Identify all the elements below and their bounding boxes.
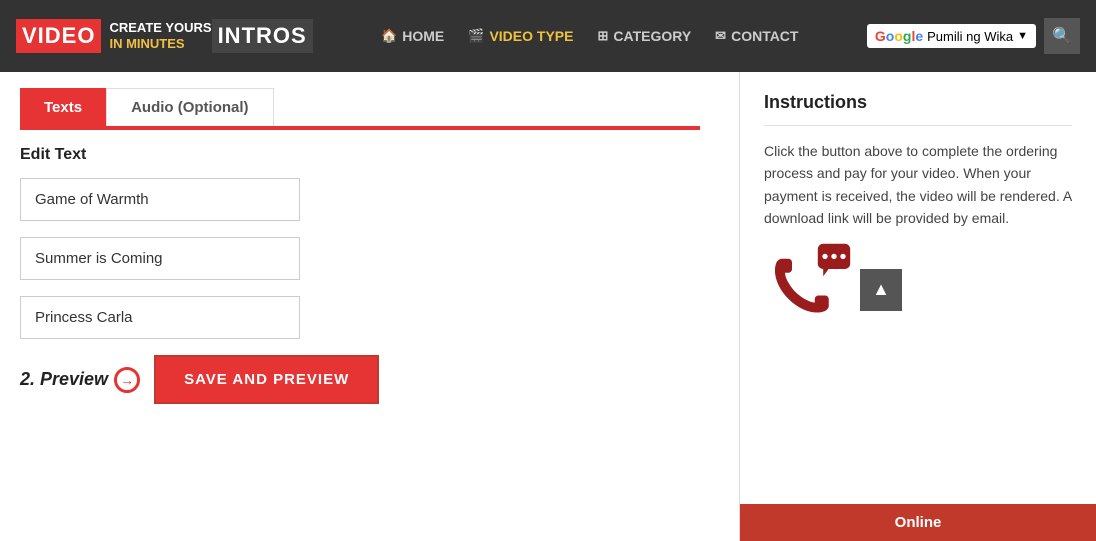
tab-audio[interactable]: Audio (Optional) [106,88,273,126]
step-number: 2. Preview [20,369,108,390]
main-nav: 🏠 HOME 🎬 VIDEO TYPE ⊞ CATEGORY ✉ CONTACT [313,28,867,44]
google-translate-widget[interactable]: Google Pumili ng Wika ▼ [867,24,1036,48]
main-layout: Texts Audio (Optional) Edit Text 2. Prev… [0,72,1096,541]
chat-phone-area: ▲ [764,250,1072,340]
logo-create: CREATE YOURS IN MINUTES [101,20,211,51]
nav-category[interactable]: ⊞ CATEGORY [597,28,691,44]
instructions-divider [764,125,1072,126]
google-logo: Google [875,28,923,44]
nav-video-type[interactable]: 🎬 VIDEO TYPE [468,28,573,44]
instructions-title: Instructions [764,92,1072,113]
scroll-up-button[interactable]: ▲ [860,269,902,311]
preview-row: 2. Preview → SAVE AND PREVIEW [20,355,719,404]
preview-label: 2. Preview → [20,367,140,393]
arrow-circle-icon: → [114,367,140,393]
nav-home[interactable]: 🏠 HOME [381,28,444,44]
edit-text-label: Edit Text [20,146,719,164]
logo-video: VIDEO [16,19,101,53]
tab-texts[interactable]: Texts [20,88,106,126]
logo-intros: INTROS [212,19,313,53]
translate-text: Pumili ng Wika [927,29,1013,44]
dropdown-icon: ▼ [1017,30,1028,42]
save-preview-button[interactable]: SAVE AND PREVIEW [154,355,379,404]
online-status-bar: Online [740,504,1096,541]
logo: VIDEO CREATE YOURS IN MINUTES INTROS [16,19,313,53]
tabs: Texts Audio (Optional) [20,88,719,126]
chat-bubble-icon [816,242,852,278]
text-field-1[interactable] [20,178,300,221]
left-panel: Texts Audio (Optional) Edit Text 2. Prev… [0,72,740,541]
phone-icon-wrap [764,250,844,330]
video-icon: 🎬 [468,28,484,44]
mail-icon: ✉ [715,28,726,44]
home-icon: 🏠 [381,28,397,44]
tab-underline [20,126,700,130]
online-label: Online [895,514,942,531]
right-panel: Instructions Click the button above to c… [740,72,1096,541]
search-button[interactable]: 🔍 [1044,18,1080,54]
text-field-2[interactable] [20,237,300,280]
instructions-text: Click the button above to complete the o… [764,140,1072,230]
up-arrow-icon: ▲ [872,279,890,300]
nav-contact[interactable]: ✉ CONTACT [715,28,798,44]
header: VIDEO CREATE YOURS IN MINUTES INTROS 🏠 H… [0,0,1096,72]
grid-icon: ⊞ [597,28,608,44]
text-field-3[interactable] [20,296,300,339]
search-icon: 🔍 [1052,26,1072,46]
header-right: Google Pumili ng Wika ▼ 🔍 [867,18,1080,54]
